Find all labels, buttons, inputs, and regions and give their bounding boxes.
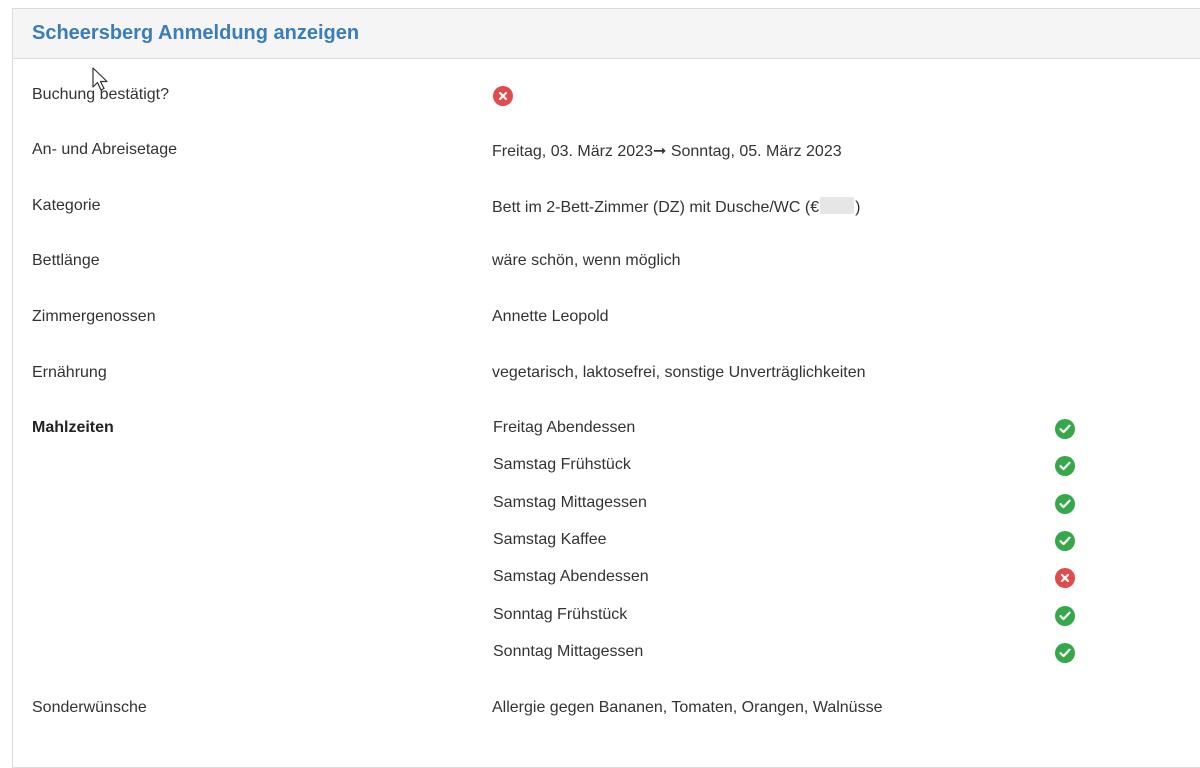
meal-name: Sonntag Mittagessen [493, 643, 644, 660]
registration-panel: Scheersberg Anmeldung anzeigen Buchung b… [12, 8, 1200, 768]
panel-header: Scheersberg Anmeldung anzeigen [13, 9, 1200, 59]
special-value: Allergie gegen Bananen, Tomaten, Orangen… [492, 699, 883, 716]
check-circle-icon [1055, 531, 1075, 551]
meal-name: Samstag Frühstück [493, 456, 631, 473]
category-label: Kategorie [32, 197, 101, 214]
bed-length-value: wäre schön, wenn möglich [492, 252, 681, 269]
roommates-value: Annette Leopold [492, 308, 609, 325]
check-circle-icon [1055, 606, 1075, 626]
check-circle-icon [1055, 419, 1075, 439]
meal-name: Sonntag Frühstück [493, 606, 628, 623]
x-circle-icon [1055, 568, 1075, 588]
meal-name: Freitag Abendessen [493, 419, 636, 436]
meal-name: Samstag Abendessen [493, 568, 649, 585]
category-suffix: ) [855, 199, 861, 216]
check-circle-icon [1055, 643, 1075, 663]
days-value: Freitag, 03. März 2023➞ Sonntag, 05. Mär… [492, 141, 842, 161]
mouse-cursor-icon [92, 67, 108, 91]
x-circle-icon [493, 86, 513, 106]
depart-date: Sonntag, 05. März 2023 [670, 143, 842, 160]
meal-name: Samstag Mittagessen [493, 494, 647, 511]
category-text: Bett im 2-Bett-Zimmer (DZ) mit Dusche/WC… [492, 199, 820, 216]
meal-name: Samstag Kaffee [493, 531, 607, 548]
check-circle-icon [1055, 456, 1075, 476]
special-label: Sonderwünsche [32, 699, 147, 716]
arrive-date: Freitag, 03. März 2023 [492, 143, 653, 160]
meals-label: Mahlzeiten [32, 419, 114, 436]
days-label: An- und Abreisetage [32, 141, 177, 158]
bed-length-label: Bettlänge [32, 252, 100, 269]
check-circle-icon [1055, 494, 1075, 514]
arrow-icon: ➞ [652, 143, 667, 160]
panel-title: Scheersberg Anmeldung anzeigen [32, 22, 360, 44]
roommates-label: Zimmergenossen [32, 308, 156, 325]
redacted-price [820, 197, 855, 214]
diet-value: vegetarisch, laktosefrei, sonstige Unver… [492, 364, 866, 381]
diet-label: Ernährung [32, 364, 107, 381]
category-value: Bett im 2-Bett-Zimmer (DZ) mit Dusche/WC… [492, 197, 860, 217]
